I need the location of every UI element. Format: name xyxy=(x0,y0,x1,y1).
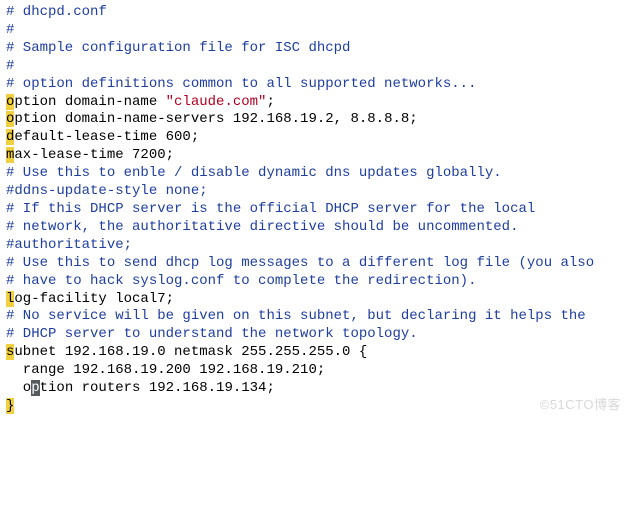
code-line: } xyxy=(6,398,623,416)
code-line: #authoritative; xyxy=(6,237,623,255)
search-highlight: } xyxy=(6,398,14,414)
code-line: # dhcpd.conf xyxy=(6,4,623,22)
code-line: # If this DHCP server is the official DH… xyxy=(6,201,623,219)
code-line: # xyxy=(6,22,623,40)
code-line: # Sample configuration file for ISC dhcp… xyxy=(6,40,623,58)
code-line: # No service will be given on this subne… xyxy=(6,308,623,326)
code-line: range 192.168.19.200 192.168.19.210; xyxy=(6,362,623,380)
code-line: # have to hack syslog.conf to complete t… xyxy=(6,273,623,291)
code-line: # option definitions common to all suppo… xyxy=(6,76,623,94)
code-line: max-lease-time 7200; xyxy=(6,147,623,165)
code-line: option domain-name-servers 192.168.19.2,… xyxy=(6,111,623,129)
code-line: # Use this to send dhcp log messages to … xyxy=(6,255,623,273)
code-line: #ddns-update-style none; xyxy=(6,183,623,201)
string-literal: "claude.com" xyxy=(166,94,267,110)
editor-viewport[interactable]: # dhcpd.conf # # Sample configuration fi… xyxy=(6,4,623,416)
code-line: # xyxy=(6,58,623,76)
code-line: # Use this to enble / disable dynamic dn… xyxy=(6,165,623,183)
text-cursor: p xyxy=(31,380,39,396)
code-line: subnet 192.168.19.0 netmask 255.255.255.… xyxy=(6,344,623,362)
code-line: default-lease-time 600; xyxy=(6,129,623,147)
code-line: log-facility local7; xyxy=(6,291,623,309)
code-line: option routers 192.168.19.134; xyxy=(6,380,623,398)
code-line: # DHCP server to understand the network … xyxy=(6,326,623,344)
code-line: # network, the authoritative directive s… xyxy=(6,219,623,237)
code-line: option domain-name "claude.com"; xyxy=(6,94,623,112)
